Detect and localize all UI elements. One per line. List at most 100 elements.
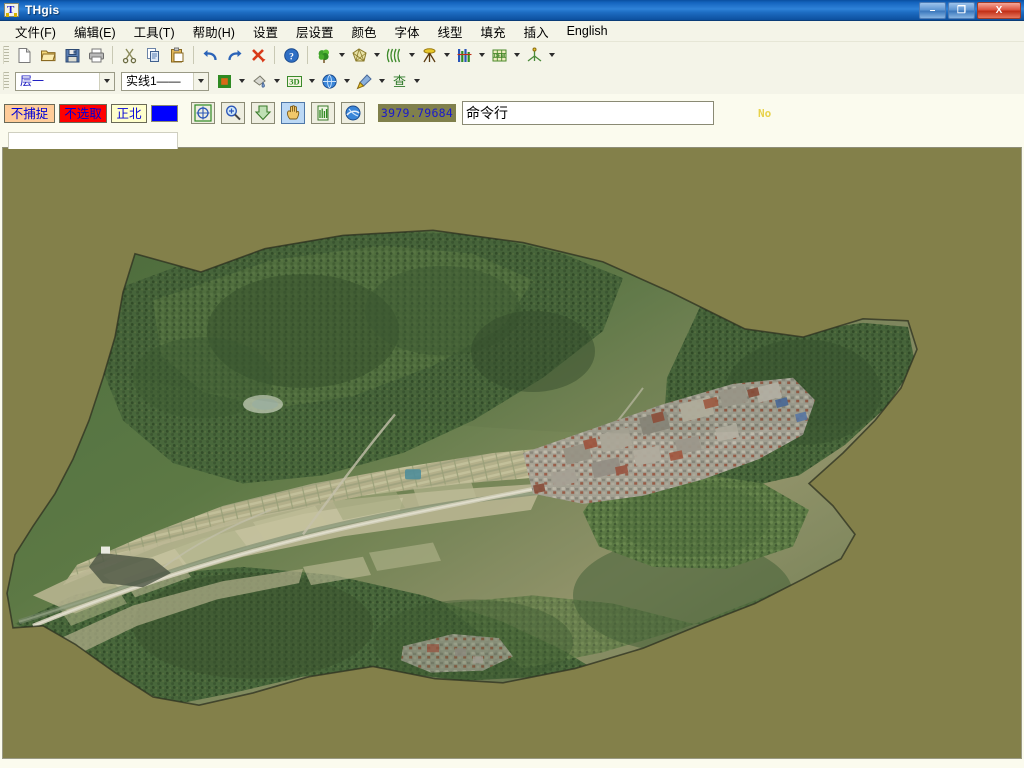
dem-grid-button[interactable]: DEM: [488, 44, 510, 66]
red-x-arrow-icon: [251, 48, 265, 62]
clipboard-icon: [170, 47, 183, 62]
three-d-dropdown[interactable]: [306, 70, 317, 92]
tin-mesh-button[interactable]: [348, 44, 370, 66]
copy-button[interactable]: [142, 44, 164, 66]
title-bar: T THgis – ❐ X: [0, 0, 1024, 21]
paint-brush-icon: [356, 73, 372, 89]
section-bars-icon: [457, 48, 471, 62]
cross-section-dropdown[interactable]: [476, 44, 487, 66]
close-button[interactable]: X: [977, 2, 1021, 19]
question-circle-icon: ?: [283, 47, 299, 63]
coordinate-display: 3979.79684: [378, 104, 456, 122]
command-line-input[interactable]: 命令行: [462, 101, 714, 125]
menu-settings[interactable]: 设置: [244, 20, 287, 43]
floppy-disk-icon: [65, 48, 79, 62]
select-mode-toggle[interactable]: 不选取: [59, 103, 107, 123]
menu-edit[interactable]: 编辑(E): [65, 20, 125, 43]
open-folder-icon: [40, 50, 56, 61]
window-title: THgis: [25, 3, 60, 17]
pour-fill-button[interactable]: [248, 70, 270, 92]
query-dropdown[interactable]: [411, 70, 422, 92]
axes-button[interactable]: [523, 44, 545, 66]
pan-hand-button[interactable]: [281, 102, 305, 124]
refresh-button[interactable]: [311, 102, 335, 124]
vegetation-button[interactable]: [313, 44, 335, 66]
delete-button[interactable]: [247, 44, 269, 66]
survey-instrument-button[interactable]: [418, 44, 440, 66]
bottom-bar: [0, 762, 1024, 768]
zoom-extent-button[interactable]: [191, 102, 215, 124]
minimize-button[interactable]: –: [919, 2, 946, 19]
menu-help[interactable]: 帮助(H): [184, 20, 244, 43]
brush-button[interactable]: [353, 70, 375, 92]
menu-font[interactable]: 字体: [386, 20, 429, 43]
contour-dropdown[interactable]: [406, 44, 417, 66]
pan-hand-icon: [287, 105, 300, 120]
earth-view-button[interactable]: [341, 102, 365, 124]
blue-globe-icon: [321, 73, 337, 89]
dem-grid-dropdown[interactable]: [511, 44, 522, 66]
filled-square-icon: [217, 74, 231, 88]
status-note: No: [758, 106, 772, 120]
snap-mode-toggle[interactable]: 不捕捉: [4, 103, 55, 123]
layer-combo-arrow[interactable]: [99, 72, 114, 90]
redo-button[interactable]: [223, 44, 245, 66]
linetype-combo[interactable]: 实线1——: [121, 71, 209, 91]
zoom-in-button[interactable]: [221, 102, 245, 124]
map-canvas[interactable]: [2, 147, 1022, 759]
survey-instrument-dropdown[interactable]: [441, 44, 452, 66]
fill-style-dropdown[interactable]: [236, 70, 247, 92]
menu-english[interactable]: English: [558, 22, 617, 40]
svg-text:DEM: DEM: [493, 53, 504, 59]
main-toolbar: ? DEM: [0, 42, 1024, 68]
query-button[interactable]: 查: [388, 70, 410, 92]
menu-layer-settings[interactable]: 层设置: [287, 20, 343, 43]
print-button[interactable]: [85, 44, 107, 66]
cut-button[interactable]: [118, 44, 140, 66]
undo-arrow-icon: [203, 49, 217, 60]
pour-fill-dropdown[interactable]: [271, 70, 282, 92]
three-d-button[interactable]: 3D: [283, 70, 305, 92]
open-file-button[interactable]: [37, 44, 59, 66]
fill-style-button[interactable]: [213, 70, 235, 92]
new-file-button[interactable]: [13, 44, 35, 66]
close-icon: X: [995, 4, 1003, 16]
redo-arrow-icon: [227, 49, 241, 60]
globe-button[interactable]: [318, 70, 340, 92]
toolbar-grip[interactable]: [3, 46, 9, 64]
vegetation-dropdown[interactable]: [336, 44, 347, 66]
mdi-child-panel[interactable]: [8, 132, 178, 149]
contour-button[interactable]: [383, 44, 405, 66]
toolbar2-grip[interactable]: [3, 72, 9, 90]
zoom-out-button[interactable]: [251, 102, 275, 124]
cross-section-button[interactable]: [453, 44, 475, 66]
globe-dropdown[interactable]: [341, 70, 352, 92]
map-area: [2, 132, 1022, 759]
copy-pages-icon: [146, 47, 159, 62]
menu-insert[interactable]: 插入: [515, 20, 558, 43]
save-file-button[interactable]: [61, 44, 83, 66]
paste-button[interactable]: [166, 44, 188, 66]
linetype-combo-arrow[interactable]: [193, 72, 208, 90]
current-color-swatch[interactable]: [151, 104, 178, 122]
restore-button[interactable]: ❐: [948, 2, 975, 19]
north-mode-toggle[interactable]: 正北: [111, 103, 147, 123]
menu-linetype[interactable]: 线型: [429, 20, 472, 43]
theodolite-icon: [422, 47, 436, 62]
window-controls: – ❐ X: [919, 2, 1021, 19]
tin-mesh-dropdown[interactable]: [371, 44, 382, 66]
menu-fill[interactable]: 填充: [472, 20, 515, 43]
layer-combo[interactable]: 层一: [15, 71, 115, 91]
menu-file[interactable]: 文件(F): [6, 20, 65, 43]
paint-pour-icon: [252, 74, 266, 88]
minimize-icon: –: [929, 4, 936, 16]
axes-dropdown[interactable]: [546, 44, 557, 66]
undo-button[interactable]: [199, 44, 221, 66]
help-button[interactable]: ?: [280, 44, 302, 66]
menu-tools[interactable]: 工具(T): [125, 20, 184, 43]
menu-color[interactable]: 颜色: [343, 20, 386, 43]
down-arrow-icon: [254, 105, 272, 121]
brush-dropdown[interactable]: [376, 70, 387, 92]
coordinate-axes-icon: [527, 47, 541, 62]
printer-icon: [88, 48, 104, 62]
